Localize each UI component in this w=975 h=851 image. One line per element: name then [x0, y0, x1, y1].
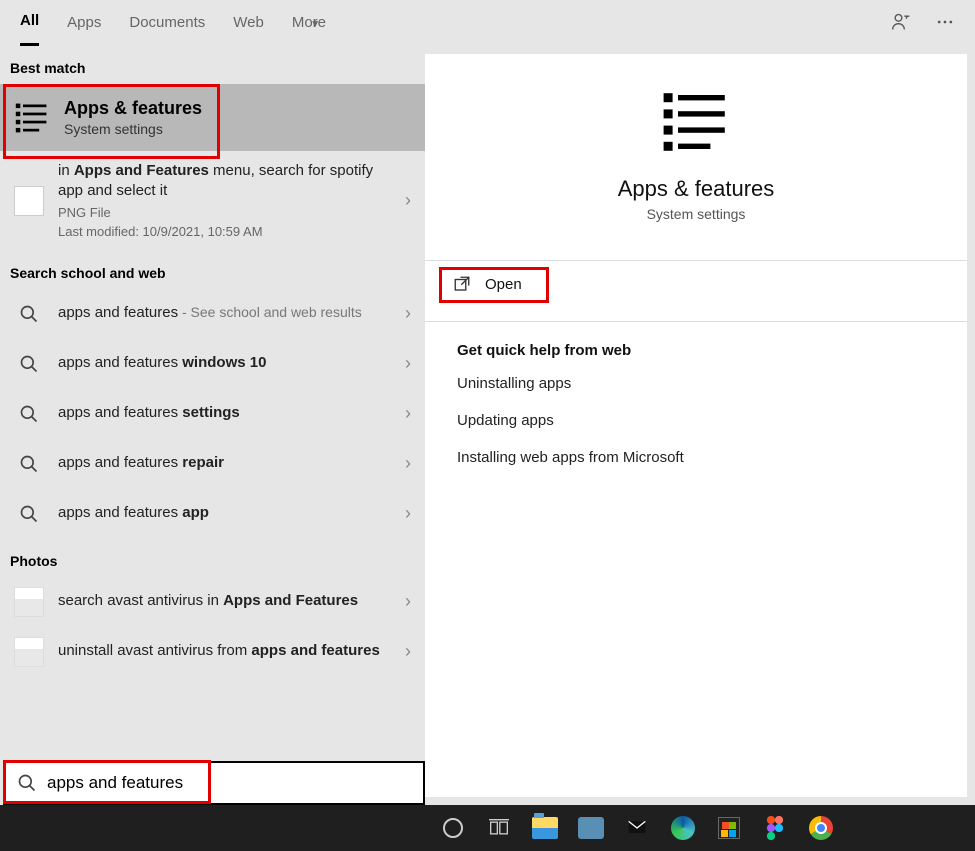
taskbar	[0, 805, 975, 851]
search-icon	[19, 504, 39, 524]
section-photos: Photos	[0, 539, 425, 577]
file-type-label: PNG File	[58, 204, 391, 222]
photo-thumbnail-icon	[14, 637, 44, 667]
search-bar-container	[3, 761, 425, 805]
chevron-right-icon[interactable]: ›	[405, 353, 411, 374]
web-result-bold: windows 10	[182, 354, 266, 371]
web-result-label: apps and features	[58, 454, 182, 471]
preview-subtitle: System settings	[647, 206, 746, 222]
figma-icon[interactable]	[760, 813, 790, 843]
file-result[interactable]: in Apps and Features menu, search for sp…	[0, 151, 425, 251]
web-result-label: apps and features	[58, 354, 182, 371]
edge-browser-icon[interactable]	[668, 813, 698, 843]
tab-all[interactable]: All	[20, 12, 39, 46]
chrome-browser-icon[interactable]	[806, 813, 836, 843]
file-result-text-bold: Apps and Features	[74, 162, 209, 179]
search-icon	[19, 404, 39, 424]
photo-result-bold: Apps and Features	[223, 592, 358, 609]
web-result-4[interactable]: apps and features app ›	[0, 489, 425, 539]
account-icon[interactable]	[891, 12, 911, 32]
web-result-bold: settings	[182, 404, 240, 421]
file-result-text-prefix: in	[58, 162, 74, 179]
help-link-updating[interactable]: Updating apps	[425, 402, 967, 439]
chevron-right-icon[interactable]: ›	[405, 190, 411, 211]
tab-web[interactable]: Web	[233, 14, 264, 45]
section-school-web: Search school and web	[0, 251, 425, 289]
best-match-result[interactable]: Apps & features System settings	[0, 84, 425, 151]
open-label: Open	[485, 276, 522, 293]
photo-result-1[interactable]: uninstall avast antivirus from apps and …	[0, 627, 425, 677]
web-result-label: apps and features	[58, 504, 182, 521]
best-match-subtitle: System settings	[64, 121, 202, 137]
chevron-right-icon[interactable]: ›	[405, 303, 411, 324]
search-panel: All Apps Documents Web More ▼ Best match	[0, 0, 975, 805]
open-button[interactable]: Open	[425, 261, 967, 307]
search-input[interactable]	[47, 773, 411, 793]
preview-pane: Apps & features System settings Open Get…	[425, 54, 967, 797]
apps-features-icon	[14, 100, 50, 136]
keyboard-app-icon[interactable]	[576, 813, 606, 843]
photo-result-0[interactable]: search avast antivirus in Apps and Featu…	[0, 577, 425, 627]
web-result-3[interactable]: apps and features repair ›	[0, 439, 425, 489]
best-match-title: Apps & features	[64, 98, 202, 119]
chevron-right-icon[interactable]: ›	[405, 403, 411, 424]
preview-title: Apps & features	[618, 176, 775, 202]
web-result-label: apps and features	[58, 404, 182, 421]
file-modified-label: Last modified: 10/9/2021, 10:59 AM	[58, 223, 391, 241]
help-link-uninstalling[interactable]: Uninstalling apps	[425, 365, 967, 402]
chevron-right-icon[interactable]: ›	[405, 453, 411, 474]
web-result-bold: app	[182, 504, 209, 521]
more-options-icon[interactable]	[935, 12, 955, 32]
results-pane: Best match Apps & features System settin…	[0, 46, 425, 805]
chevron-right-icon[interactable]: ›	[405, 641, 411, 662]
apps-features-icon-large	[660, 86, 732, 158]
file-explorer-icon[interactable]	[530, 813, 560, 843]
chevron-right-icon[interactable]: ›	[405, 503, 411, 524]
tab-more[interactable]: More ▼	[292, 14, 326, 45]
web-result-label: apps and features	[58, 304, 178, 321]
web-result-1[interactable]: apps and features windows 10 ›	[0, 339, 425, 389]
photo-result-label: search avast antivirus in	[58, 592, 223, 609]
search-icon	[17, 773, 37, 793]
web-result-bold: repair	[182, 454, 224, 471]
photo-result-bold: apps and features	[251, 642, 379, 659]
task-view-icon[interactable]	[484, 813, 514, 843]
chevron-down-icon: ▼	[310, 19, 320, 30]
web-result-2[interactable]: apps and features settings ›	[0, 389, 425, 439]
search-bar[interactable]	[3, 761, 425, 805]
tab-apps[interactable]: Apps	[67, 14, 101, 45]
mail-icon[interactable]	[622, 813, 652, 843]
quick-help-header: Get quick help from web	[425, 322, 967, 365]
photo-thumbnail-icon	[14, 587, 44, 617]
photo-result-label: uninstall avast antivirus from	[58, 642, 251, 659]
cortana-icon[interactable]	[438, 813, 468, 843]
search-icon	[19, 354, 39, 374]
search-icon	[19, 304, 39, 324]
help-link-installing[interactable]: Installing web apps from Microsoft	[425, 439, 967, 476]
web-result-0[interactable]: apps and features - See school and web r…	[0, 289, 425, 339]
chevron-right-icon[interactable]: ›	[405, 591, 411, 612]
png-thumbnail-icon	[14, 186, 44, 216]
microsoft-store-icon[interactable]	[714, 813, 744, 843]
section-best-match: Best match	[0, 46, 425, 84]
filter-tabs: All Apps Documents Web More ▼	[0, 0, 975, 46]
tab-documents[interactable]: Documents	[129, 14, 205, 45]
web-result-suffix: - See school and web results	[178, 304, 362, 320]
open-icon	[453, 275, 471, 293]
search-icon	[19, 454, 39, 474]
